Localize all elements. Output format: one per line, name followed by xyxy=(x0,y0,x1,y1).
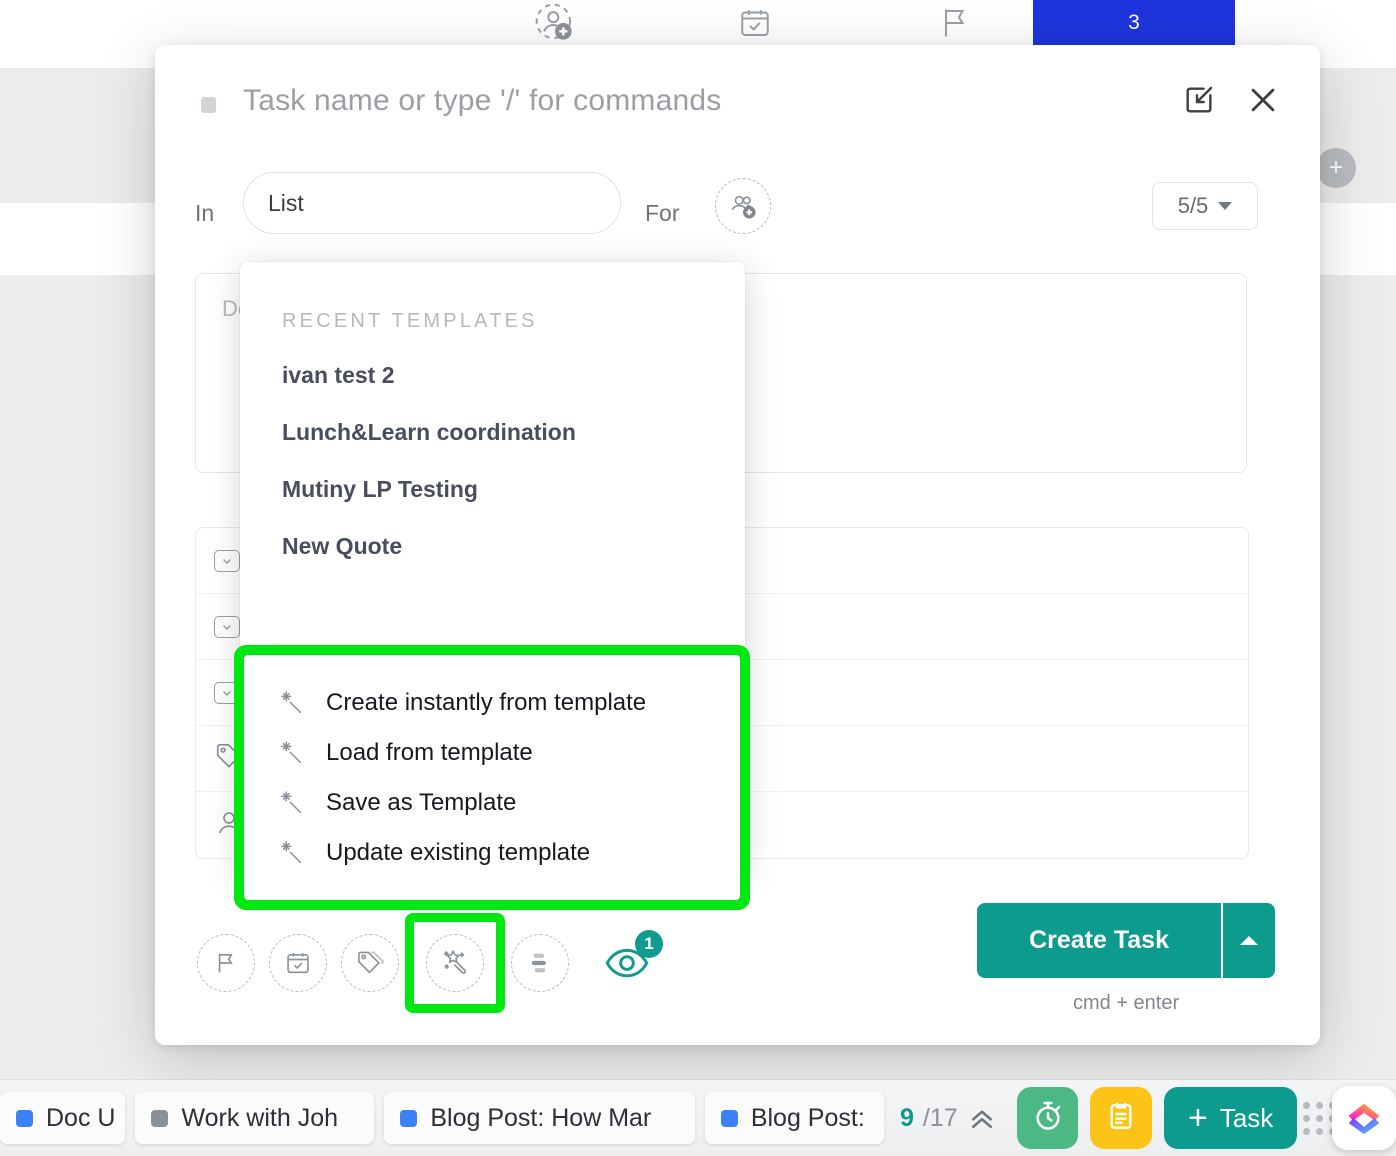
menu-item-create-instantly-from-template[interactable]: Create instantly from template xyxy=(244,678,740,728)
status-dot-icon xyxy=(720,1109,738,1127)
status-dot-icon xyxy=(151,1109,169,1127)
background-add-button[interactable]: + xyxy=(1316,148,1356,188)
modal-footer: 1 Create Task cmd + enter xyxy=(155,895,1320,1045)
magic-wand-icon xyxy=(276,838,306,868)
list-item[interactable]: Lunch&Learn coordination xyxy=(240,404,745,461)
templates-button-highlight xyxy=(405,913,505,1013)
timer-button[interactable] xyxy=(1016,1087,1079,1149)
recent-templates-heading: RECENT TEMPLATES xyxy=(282,310,538,332)
stopwatch-icon xyxy=(1031,1099,1065,1138)
create-task-button[interactable]: Create Task xyxy=(977,903,1221,978)
menu-item-load-from-template[interactable]: Load from template xyxy=(244,728,740,778)
taskbar: Doc U Work with Joh Blog Post: How Mar B… xyxy=(0,1080,1396,1156)
list-item[interactable]: New Quote xyxy=(240,518,745,575)
new-task-button[interactable]: + Task xyxy=(1163,1087,1298,1149)
menu-item-label: Save as Template xyxy=(326,788,517,816)
add-assignee-icon[interactable] xyxy=(455,3,655,43)
blue-count-tile[interactable]: 3 xyxy=(1033,0,1235,45)
taskbar-counter-current: 9 xyxy=(900,1103,914,1132)
template-actions-highlight: Create instantly from template Load from… xyxy=(234,645,750,910)
chevron-down-icon xyxy=(214,615,240,638)
taskbar-chip-label: Doc U xyxy=(46,1103,116,1132)
add-assignees-icon[interactable] xyxy=(715,178,771,234)
menu-item-save-as-template[interactable]: Save as Template xyxy=(244,778,740,828)
chevron-down-icon xyxy=(1218,202,1233,210)
menu-item-label: Load from template xyxy=(326,738,533,766)
recent-templates-list: ivan test 2 Lunch&Learn coordination Mut… xyxy=(240,333,745,605)
status-dot-icon xyxy=(400,1109,418,1127)
form-button[interactable] xyxy=(1090,1087,1152,1149)
watchers-count-badge: 1 xyxy=(635,930,663,958)
create-task-area: Create Task cmd + enter xyxy=(977,903,1275,1015)
background-topbar: 3 xyxy=(0,0,1396,45)
modal-header-actions xyxy=(1178,79,1284,121)
modal-meta-row: In List For 5/5 xyxy=(155,170,1320,265)
status-bullet-icon[interactable] xyxy=(201,97,216,113)
chevron-down-icon xyxy=(214,549,240,572)
plus-icon: + xyxy=(1187,1099,1208,1137)
taskbar-chip[interactable]: Blog Post: How Mar xyxy=(384,1092,695,1144)
close-icon[interactable] xyxy=(1242,79,1284,121)
subtask-count-value: 5/5 xyxy=(1177,193,1209,218)
clipboard-icon xyxy=(1105,1100,1137,1137)
in-label: In xyxy=(195,200,215,226)
clickup-logo-icon[interactable] xyxy=(1332,1086,1396,1150)
templates-button-inner xyxy=(414,922,496,1004)
create-task-button-group: Create Task xyxy=(977,903,1275,978)
taskbar-chip[interactable]: Work with Joh xyxy=(135,1092,375,1144)
template-actions-menu: Create instantly from template Load from… xyxy=(244,655,740,900)
priority-flag-icon[interactable] xyxy=(855,5,1055,41)
due-date-icon[interactable] xyxy=(269,934,327,992)
taskbar-chip[interactable]: Blog Post: xyxy=(704,1092,884,1144)
expand-icon[interactable] xyxy=(1178,79,1220,121)
taskbar-chip-label: Blog Post: xyxy=(750,1103,865,1132)
list-item[interactable]: ivan test 2 xyxy=(240,347,745,404)
task-name-input[interactable]: Task name or type '/' for commands xyxy=(243,84,721,118)
magic-wand-icon xyxy=(276,688,306,718)
magic-wand-icon xyxy=(276,738,306,768)
subtask-count-dropdown[interactable]: 5/5 xyxy=(1152,182,1258,230)
custom-fields-icon[interactable] xyxy=(511,934,569,992)
chevron-double-up-icon[interactable] xyxy=(967,1103,997,1133)
taskbar-chip[interactable]: Doc U xyxy=(0,1092,126,1144)
menu-item-label: Create instantly from template xyxy=(326,688,647,716)
create-task-options-button[interactable] xyxy=(1221,903,1275,978)
status-dot-icon xyxy=(16,1109,33,1127)
magic-wand-icon xyxy=(276,788,306,818)
list-selector[interactable]: List xyxy=(243,172,621,234)
modal-header: Task name or type '/' for commands xyxy=(155,45,1320,170)
due-date-icon[interactable] xyxy=(655,5,855,41)
taskbar-chip-label: Work with Joh xyxy=(181,1103,339,1132)
menu-item-update-existing-template[interactable]: Update existing template xyxy=(244,828,740,878)
list-item[interactable]: Mutiny LP Testing xyxy=(240,461,745,518)
menu-item-label: Update existing template xyxy=(326,838,591,866)
taskbar-chip-label: Blog Post: How Mar xyxy=(430,1103,652,1132)
priority-flag-icon[interactable] xyxy=(197,934,255,992)
caret-up-icon xyxy=(1240,936,1258,945)
create-task-shortcut-hint: cmd + enter xyxy=(1072,992,1180,1014)
watchers-button[interactable]: 1 xyxy=(595,930,663,992)
tags-icon[interactable] xyxy=(341,934,399,992)
taskbar-counter-total: /17 xyxy=(922,1103,958,1132)
for-label: For xyxy=(645,200,680,226)
footer-icon-bar: 1 xyxy=(197,913,663,1013)
new-task-label: Task xyxy=(1219,1102,1274,1133)
taskbar-counter[interactable]: 9 /17 xyxy=(900,1103,997,1133)
templates-wand-icon[interactable] xyxy=(426,934,484,992)
